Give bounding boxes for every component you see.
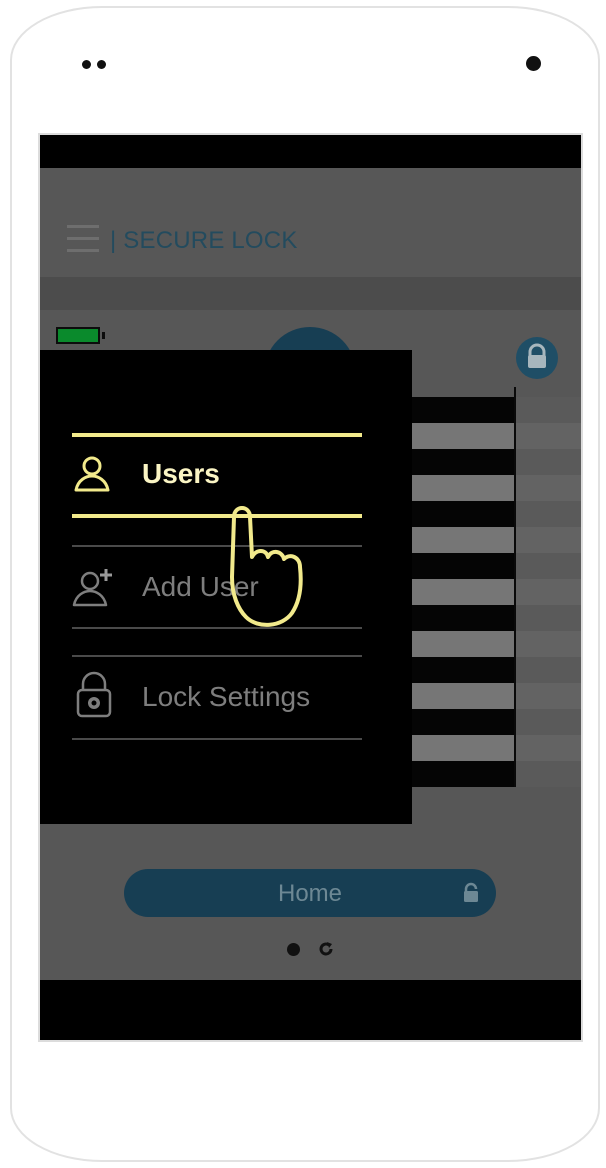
menu-icon[interactable] [67,225,99,253]
drawer-item-lock-settings[interactable]: Lock Settings [72,665,362,729]
lock-icon [464,882,478,902]
sensor-dot [82,60,91,69]
active-top-divider [72,433,362,437]
lock-badge-icon[interactable] [516,337,558,379]
user-icon [74,456,110,492]
background-list [412,397,581,789]
divider [72,627,362,629]
divider [72,655,362,657]
add-user-icon [72,569,112,607]
list-divider [514,387,516,787]
sub-toolbar [40,277,581,310]
home-label: Home [277,880,343,907]
divider [72,738,362,740]
page-dot[interactable] [287,943,300,956]
drawer-item-label: Lock Settings [142,681,311,712]
tap-hand-icon [230,506,303,627]
app-title: | SECURE LOCK [110,227,298,254]
drawer-item-label: Users [142,458,220,489]
battery-tip [102,332,105,339]
front-camera [526,56,541,71]
refresh-icon[interactable] [316,939,336,959]
screen: | SECURE LOCK Home Users Add User Lock S… [38,133,583,1042]
sensor-dot [97,60,106,69]
battery-icon [56,327,100,344]
lock-gear-icon [76,671,112,718]
home-button[interactable]: Home [124,869,496,917]
